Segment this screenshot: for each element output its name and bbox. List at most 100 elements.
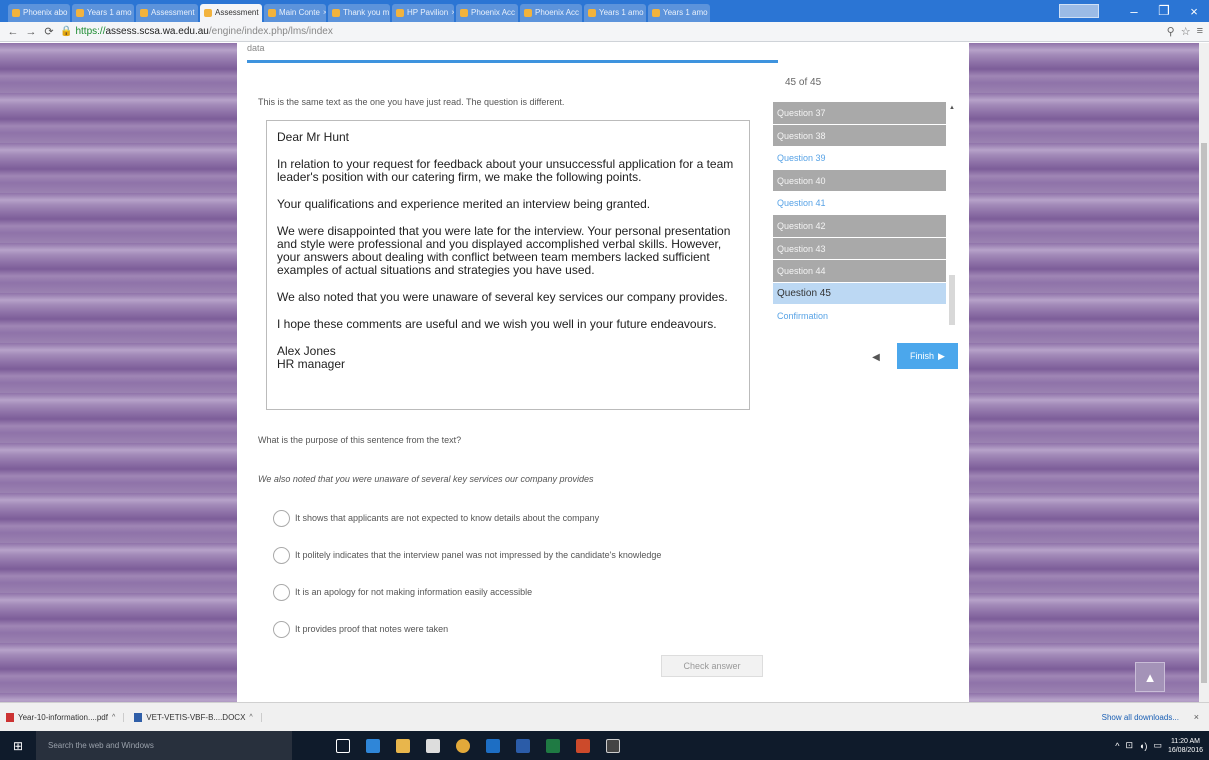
bookmark-star-icon[interactable]: ☆ [1181,25,1191,38]
chevron-up-icon[interactable]: ^ [1115,741,1119,751]
close-tab-icon[interactable]: × [451,4,454,22]
question-text: What is the purpose of this sentence fro… [258,435,462,445]
radio-button[interactable] [273,546,290,564]
left-triangle-icon: ◀ [872,352,880,363]
tab-favicon-icon [652,9,660,17]
excel-icon[interactable] [538,731,568,760]
network-icon[interactable]: ⊡ [1125,740,1133,751]
scroll-up-arrow-icon[interactable]: ▲ [948,105,956,111]
passage-paragraph: We also noted that you were unaware of s… [277,290,728,304]
question-list-item[interactable]: Question 37 [773,102,946,125]
browser-tab[interactable]: Years 1 amo× [72,4,134,22]
chevron-up-icon[interactable]: ^ [112,714,115,721]
answer-option[interactable]: It provides proof that notes were taken [273,620,661,638]
answer-option[interactable]: It shows that applicants are not expecte… [273,509,661,527]
answer-option[interactable]: It politely indicates that the interview… [273,546,661,564]
browser-tab-strip: Phoenix abo×Years 1 amo×Assessment×Asses… [0,0,1209,22]
notification-icon[interactable]: ▭ [1153,740,1162,751]
radio-button[interactable] [273,509,290,527]
question-list-item[interactable]: Question 44 [773,260,946,283]
up-triangle-icon: ▲ [1143,669,1157,685]
question-list-item[interactable]: Question 45 [773,282,946,306]
taskbar-search-input[interactable]: Search the web and Windows [36,731,292,760]
browser-tab[interactable]: Phoenix abo× [8,4,70,22]
browser-tab[interactable]: HP Pavilion × [392,4,454,22]
close-downloads-icon[interactable]: × [1194,712,1199,722]
page-scrollbar-thumb[interactable] [1201,143,1207,683]
radio-button[interactable] [273,620,290,638]
browser-tab[interactable]: Years 1 amo× [584,4,646,22]
clock[interactable]: 11:20 AM 16/08/2016 [1168,737,1203,755]
restore-button[interactable]: ❐ [1149,3,1179,19]
reading-passage[interactable]: Dear Mr Hunt In relation to your request… [266,120,750,410]
close-window-button[interactable]: × [1179,4,1209,19]
browser-tab[interactable]: Assessment× [136,4,198,22]
answer-options: It shows that applicants are not expecte… [273,509,661,657]
outlook-icon[interactable] [478,731,508,760]
question-list-scrollbar[interactable]: ▲ [948,105,956,332]
browser-tab[interactable]: Thank you m× [328,4,390,22]
question-list-item[interactable]: Question 41 [773,192,946,215]
show-all-downloads-link[interactable]: Show all downloads... [1102,713,1179,722]
question-counter: 45 of 45 [785,77,822,88]
question-list: Question 37 Question 38 Question 39 Questio… [773,102,946,332]
chevron-up-icon[interactable]: ^ [249,714,252,721]
download-item[interactable]: VET-VETIS-VBF-B....DOCX ^ [134,712,262,722]
back-arrow-icon[interactable]: ← [6,26,20,38]
question-list-scrollbar-thumb[interactable] [949,275,955,325]
tab-favicon-icon [588,9,596,17]
right-triangle-icon: ▶ [938,350,945,361]
question-list-item[interactable]: Question 39 [773,147,946,170]
question-list-item[interactable]: Question 43 [773,237,946,261]
browser-tab[interactable]: Main Conte × [264,4,326,22]
finish-button[interactable]: Finish ▶ [897,343,958,369]
forward-arrow-icon[interactable]: → [24,26,38,38]
tab-favicon-icon [140,9,148,17]
menu-icon[interactable]: ≡ [1197,25,1203,38]
browser-tab-label: Years 1 amo [663,8,708,17]
minimize-button[interactable]: – [1119,4,1149,19]
check-answer-button[interactable]: Check answer [661,655,763,677]
browser-tab-label: Phoenix Acc [535,8,580,17]
passage-salutation: Dear Mr Hunt [277,130,350,144]
question-list-item[interactable]: Question 42 [773,214,946,238]
file-explorer-icon[interactable] [388,731,418,760]
close-tab-icon[interactable]: × [323,4,326,22]
volume-icon[interactable]: ◖) [1139,741,1147,751]
store-icon[interactable] [418,731,448,760]
quoted-sentence: We also noted that you were unaware of s… [258,474,594,484]
passage-signature-name: Alex Jones [277,344,336,358]
browser-toolbar: ← → ⟳ 🔒 https:// assess.scsa.wa.edu.au /… [0,22,1209,42]
task-view-icon[interactable] [328,731,358,760]
profile-button[interactable] [1059,4,1099,18]
address-bar[interactable]: 🔒 https:// assess.scsa.wa.edu.au /engine… [60,26,333,37]
browser-tab[interactable]: Phoenix Acc× [520,4,582,22]
answer-option[interactable]: It is an apology for not making informat… [273,583,661,601]
passage-paragraph: I hope these comments are useful and we … [277,317,717,331]
url-scheme: https:// [75,26,106,37]
window-controls: – ❐ × [1059,0,1209,22]
browser-tab[interactable]: Years 1 amo× [648,4,710,22]
edge-browser-icon[interactable] [358,731,388,760]
download-item[interactable]: Year-10-information....pdf ^ [6,712,125,722]
tab-favicon-icon [396,9,404,17]
browser-tab[interactable]: Phoenix Acc× [456,4,518,22]
radio-button[interactable] [273,583,290,601]
extension-icon[interactable]: ⚲ [1167,25,1175,38]
browser-tab[interactable]: Assessment× [200,4,262,22]
answer-option-label: It is an apology for not making informat… [295,587,533,597]
photos-icon[interactable] [598,731,628,760]
word-icon[interactable] [508,731,538,760]
question-list-item[interactable]: Confirmation [773,305,946,328]
chrome-icon[interactable] [448,731,478,760]
question-list-item[interactable]: Question 40 [773,169,946,193]
question-list-item[interactable]: Question 38 [773,124,946,148]
progress-bar [247,60,778,63]
answer-option-label: It politely indicates that the interview… [295,550,662,560]
previous-question-button[interactable]: ◀ [863,346,889,369]
scroll-to-top-button[interactable]: ▲ [1135,662,1165,692]
powerpoint-icon[interactable] [568,731,598,760]
reload-icon[interactable]: ⟳ [42,25,56,38]
windows-start-icon[interactable]: ⊞ [0,739,36,753]
page-scrollbar[interactable] [1199,43,1209,702]
